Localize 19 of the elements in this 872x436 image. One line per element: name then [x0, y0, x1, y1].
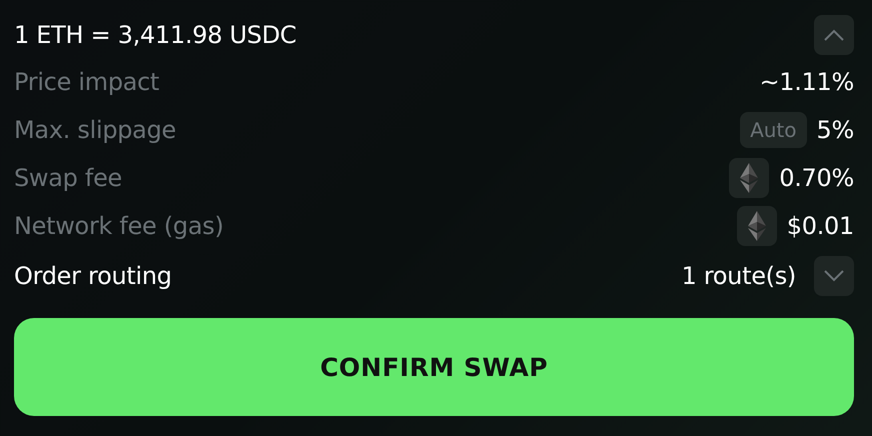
detail-label: Price impact	[14, 68, 160, 96]
exchange-rate: 1 ETH = 3,411.98 USDC	[14, 21, 296, 49]
detail-label: Network fee (gas)	[14, 212, 224, 240]
diamond-icon	[748, 211, 766, 241]
chevron-down-icon	[823, 270, 845, 282]
expand-button[interactable]	[814, 256, 854, 296]
detail-value: $0.01	[786, 212, 854, 240]
detail-value: 5%	[816, 116, 854, 144]
diamond-icon	[740, 163, 758, 193]
confirm-swap-button[interactable]: CONFIRM SWAP	[14, 318, 854, 416]
detail-label: Swap fee	[14, 164, 122, 192]
auto-badge: Auto	[740, 112, 807, 148]
detail-label: Order routing	[14, 262, 172, 290]
chevron-up-icon	[823, 29, 845, 41]
collapse-button[interactable]	[814, 15, 854, 55]
detail-value: 0.70%	[779, 164, 854, 192]
detail-label: Max. slippage	[14, 116, 176, 144]
detail-value: ~1.11%	[759, 68, 854, 96]
detail-value: 1 route(s)	[681, 262, 796, 290]
